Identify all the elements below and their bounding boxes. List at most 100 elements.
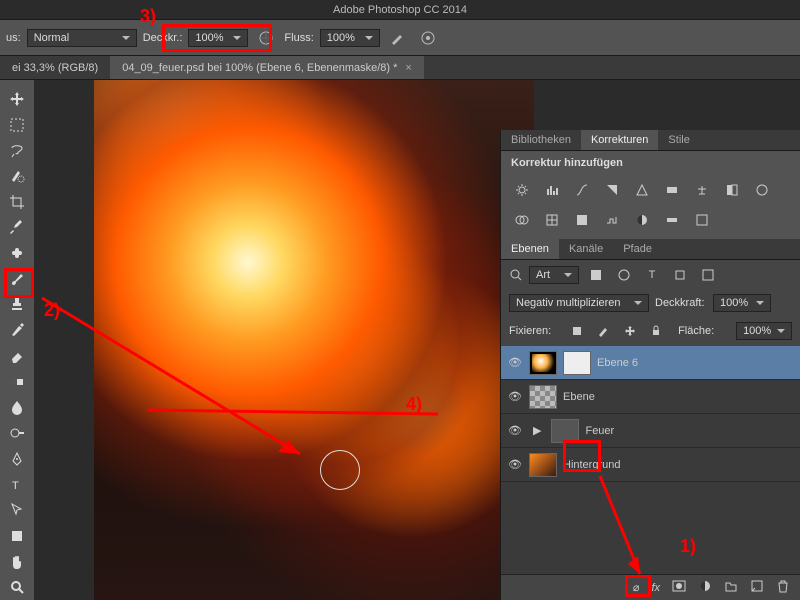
visibility-icon[interactable]: 👁 bbox=[507, 356, 523, 369]
close-icon[interactable]: × bbox=[405, 62, 411, 74]
layer-row-hintergrund[interactable]: 👁 Hintergrund bbox=[501, 448, 800, 482]
group-new-icon[interactable] bbox=[724, 579, 738, 596]
gradmap-icon[interactable] bbox=[661, 209, 683, 231]
type-tool[interactable]: T bbox=[4, 472, 30, 498]
bw-icon[interactable] bbox=[721, 179, 743, 201]
lookup-icon[interactable] bbox=[541, 209, 563, 231]
lock-all-icon[interactable] bbox=[646, 320, 666, 342]
opacity-label: Deckkr.: bbox=[143, 32, 183, 44]
eyedropper-tool[interactable] bbox=[4, 215, 30, 241]
filter-type-select[interactable]: Art bbox=[529, 266, 579, 284]
selcolor-icon[interactable] bbox=[691, 209, 713, 231]
filter-smart-icon[interactable] bbox=[697, 264, 719, 286]
bal-icon[interactable] bbox=[691, 179, 713, 201]
layers-footer: ⌀ fx bbox=[501, 574, 800, 600]
layer-name[interactable]: Ebene bbox=[563, 391, 595, 403]
tab-pfade[interactable]: Pfade bbox=[613, 239, 662, 259]
opacity-value[interactable]: 100% bbox=[188, 29, 248, 47]
path-select-tool[interactable] bbox=[4, 497, 30, 523]
disclosure-icon[interactable]: ▶ bbox=[533, 424, 541, 437]
layer-row-feuer[interactable]: 👁 ▶ Feuer bbox=[501, 414, 800, 448]
layers-panel: Ebenen Kanäle Pfade Art T Negativ multip… bbox=[501, 239, 800, 600]
pressure-size-icon[interactable] bbox=[416, 26, 440, 50]
tab-bibliotheken[interactable]: Bibliotheken bbox=[501, 130, 581, 150]
exposure-icon[interactable] bbox=[601, 179, 623, 201]
threshold-icon[interactable] bbox=[631, 209, 653, 231]
curves-icon[interactable] bbox=[571, 179, 593, 201]
invert-icon[interactable] bbox=[571, 209, 593, 231]
link-icon[interactable]: ⌀ bbox=[633, 581, 640, 594]
airbrush-icon[interactable] bbox=[386, 26, 410, 50]
hue-icon[interactable] bbox=[661, 179, 683, 201]
lock-move-icon[interactable] bbox=[620, 320, 640, 342]
mask-thumb[interactable] bbox=[563, 351, 591, 375]
layer-name[interactable]: Feuer bbox=[585, 425, 614, 437]
doc-tab-2[interactable]: 04_09_feuer.psd bei 100% (Ebene 6, Ebene… bbox=[110, 56, 424, 79]
brush-tool[interactable] bbox=[4, 266, 30, 292]
layer-row-ebene[interactable]: 👁 Ebene bbox=[501, 380, 800, 414]
blur-tool[interactable] bbox=[4, 394, 30, 420]
document-tabs: ei 33,3% (RGB/8) 04_09_feuer.psd bei 100… bbox=[0, 56, 800, 80]
adjustment-icon[interactable] bbox=[698, 579, 712, 596]
layer-thumb[interactable] bbox=[529, 385, 557, 409]
poster-icon[interactable] bbox=[601, 209, 623, 231]
layer-list: 👁 Ebene 6 👁 Ebene 👁 ▶ Feuer 👁 Hintergrun… bbox=[501, 346, 800, 574]
levels-icon[interactable] bbox=[541, 179, 563, 201]
layer-name[interactable]: Ebene 6 bbox=[597, 357, 638, 369]
mode-label: us: bbox=[6, 32, 21, 44]
lasso-tool[interactable] bbox=[4, 137, 30, 163]
visibility-icon[interactable]: 👁 bbox=[507, 390, 523, 403]
layer-thumb[interactable] bbox=[529, 351, 557, 375]
trash-icon[interactable] bbox=[776, 579, 790, 596]
visibility-icon[interactable]: 👁 bbox=[507, 424, 523, 437]
tab-kanale[interactable]: Kanäle bbox=[559, 239, 613, 259]
tab-ebenen[interactable]: Ebenen bbox=[501, 239, 559, 259]
vibrance-icon[interactable] bbox=[631, 179, 653, 201]
shape-tool[interactable] bbox=[4, 523, 30, 549]
tab-korrekturen[interactable]: Korrekturen bbox=[581, 130, 658, 150]
layer-opacity-value[interactable]: 100% bbox=[713, 294, 771, 312]
doc-tab-1-label: ei 33,3% (RGB/8) bbox=[12, 62, 98, 74]
tool-options-bar: us: Normal Deckkr.: 100% Fluss: 100% bbox=[0, 20, 800, 56]
quick-select-tool[interactable] bbox=[4, 163, 30, 189]
tab-stile[interactable]: Stile bbox=[658, 130, 699, 150]
layer-name[interactable]: Hintergrund bbox=[563, 459, 620, 471]
svg-text:T: T bbox=[12, 480, 19, 492]
visibility-icon[interactable]: 👁 bbox=[507, 458, 523, 471]
mask-icon[interactable] bbox=[672, 579, 686, 596]
photo-filter-icon[interactable] bbox=[751, 179, 773, 201]
brightness-icon[interactable] bbox=[511, 179, 533, 201]
pen-tool[interactable] bbox=[4, 446, 30, 472]
layer-thumb[interactable] bbox=[529, 453, 557, 477]
move-tool[interactable] bbox=[4, 86, 30, 112]
pressure-opacity-icon[interactable] bbox=[254, 26, 278, 50]
zoom-tool[interactable] bbox=[4, 574, 30, 600]
doc-tab-1[interactable]: ei 33,3% (RGB/8) bbox=[0, 56, 110, 79]
mixer-icon[interactable] bbox=[511, 209, 533, 231]
crop-tool[interactable] bbox=[4, 189, 30, 215]
history-brush-tool[interactable] bbox=[4, 317, 30, 343]
healing-tool[interactable] bbox=[4, 240, 30, 266]
gradient-tool[interactable] bbox=[4, 369, 30, 395]
hand-tool[interactable] bbox=[4, 549, 30, 575]
new-layer-icon[interactable] bbox=[750, 579, 764, 596]
document-canvas[interactable] bbox=[94, 80, 534, 600]
lock-pixels-icon[interactable] bbox=[567, 320, 587, 342]
eraser-tool[interactable] bbox=[4, 343, 30, 369]
filter-shape-icon[interactable] bbox=[669, 264, 691, 286]
layer-row-ebene6[interactable]: 👁 Ebene 6 bbox=[501, 346, 800, 380]
dodge-tool[interactable] bbox=[4, 420, 30, 446]
flow-value[interactable]: 100% bbox=[320, 29, 380, 47]
filter-pixel-icon[interactable] bbox=[585, 264, 607, 286]
blend-mode-layer-select[interactable]: Negativ multiplizieren bbox=[509, 294, 649, 312]
filter-adjust-icon[interactable] bbox=[613, 264, 635, 286]
fx-icon[interactable]: fx bbox=[651, 582, 660, 594]
filter-type-icon[interactable]: T bbox=[641, 264, 663, 286]
fixieren-label: Fixieren: bbox=[509, 325, 561, 337]
fill-value[interactable]: 100% bbox=[736, 322, 792, 340]
blend-mode-select[interactable]: Normal bbox=[27, 29, 137, 47]
stamp-tool[interactable] bbox=[4, 292, 30, 318]
deckkraft-label: Deckkraft: bbox=[655, 297, 707, 309]
lock-brush-icon[interactable] bbox=[593, 320, 613, 342]
marquee-tool[interactable] bbox=[4, 112, 30, 138]
